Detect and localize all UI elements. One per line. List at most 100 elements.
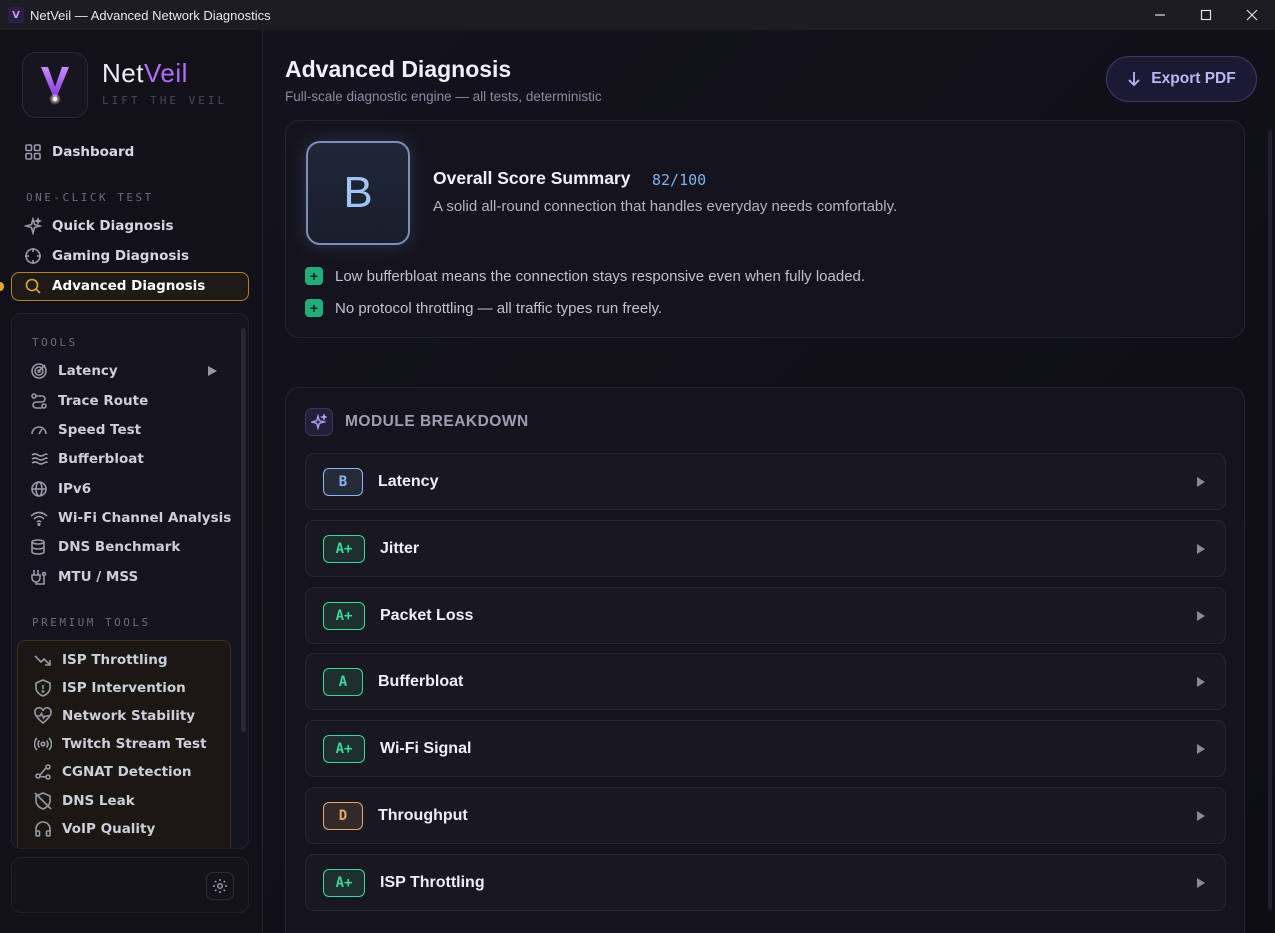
nav-gaming-diagnosis[interactable]: Gaming Diagnosis (24, 247, 189, 265)
module-row[interactable]: A Bufferbloat (305, 653, 1226, 710)
maximize-icon (1200, 9, 1212, 21)
page-title: Advanced Diagnosis (285, 56, 512, 82)
latency-expand-icon[interactable] (208, 366, 217, 376)
sparkle-icon (24, 217, 42, 235)
tool-ipv6-label: IPv6 (58, 481, 92, 497)
tool-ipv6[interactable]: IPv6 (30, 480, 91, 498)
premium-voip-quality-label: VoIP Quality (62, 821, 156, 837)
plus-icon: + (305, 267, 323, 285)
module-row[interactable]: A+ ISP Throttling (305, 854, 1226, 911)
premium-dns-leak[interactable]: DNS Leak (34, 792, 135, 810)
tool-speed-test[interactable]: Speed Test (30, 421, 141, 439)
network-nodes-icon (35, 764, 51, 780)
premium-isp-intervention[interactable]: ISP Intervention (34, 679, 186, 697)
module-row[interactable]: B Latency (305, 453, 1226, 510)
overall-score-card: B Overall Score Summary 82/100 A solid a… (285, 120, 1245, 338)
headphones-icon (35, 821, 51, 837)
positive-finding-text: Low bufferbloat means the connection sta… (335, 267, 866, 285)
trending-down-icon (34, 655, 51, 666)
gear-icon (213, 879, 227, 893)
shield-alert-icon (35, 679, 51, 697)
expand-arrow-icon[interactable] (1197, 810, 1205, 821)
active-indicator (0, 282, 4, 291)
module-grade-badge: A+ (323, 601, 365, 630)
module-row[interactable]: A+ Packet Loss (305, 587, 1226, 644)
tool-trace-route[interactable]: Trace Route (30, 392, 148, 410)
premium-cgnat-label: CGNAT Detection (62, 764, 192, 780)
page-subtitle: Full-scale diagnostic engine — all tests… (285, 89, 602, 104)
wifi-icon (30, 511, 48, 527)
expand-arrow-icon[interactable] (1197, 610, 1205, 621)
expand-arrow-icon[interactable] (1197, 543, 1205, 554)
window-title: NetVeil — Advanced Network Diagnostics (30, 7, 271, 23)
plug-icon (31, 570, 47, 585)
tool-trace-route-label: Trace Route (58, 393, 149, 409)
nav-quick-diagnosis[interactable]: Quick Diagnosis (24, 217, 174, 235)
nav-quick-label: Quick Diagnosis (52, 218, 174, 234)
premium-twitch-stream-label: Twitch Stream Test (62, 736, 207, 752)
module-name: Latency (378, 472, 439, 490)
app-icon: V (8, 7, 24, 23)
premium-network-stability[interactable]: Network Stability (34, 707, 195, 725)
expand-arrow-icon[interactable] (1197, 743, 1205, 754)
positive-finding-text: No protocol throttling — all traffic typ… (335, 299, 663, 317)
module-grade-badge: B (323, 467, 363, 496)
broadcast-icon (34, 737, 52, 751)
tool-dns-benchmark-label: DNS Benchmark (58, 539, 181, 555)
positive-finding: + No protocol throttling — all traffic t… (305, 299, 662, 317)
premium-isp-intervention-label: ISP Intervention (62, 680, 186, 696)
score-summary-title: Overall Score Summary (433, 168, 631, 188)
tools-section-label: TOOLS (32, 336, 78, 349)
veil-logo-icon (41, 67, 69, 105)
module-row[interactable]: D Throughput (305, 787, 1226, 844)
module-name: Throughput (378, 806, 468, 824)
route-icon (31, 393, 47, 409)
module-breakdown-title: MODULE BREAKDOWN (345, 413, 529, 430)
close-icon (1246, 9, 1258, 21)
module-grade-badge: A (323, 667, 363, 696)
tool-dns-benchmark[interactable]: DNS Benchmark (30, 538, 180, 556)
tool-wifi-channel[interactable]: Wi-Fi Channel Analysis (30, 509, 231, 527)
sparkle-icon (305, 408, 333, 436)
nav-advanced-diagnosis[interactable]: Advanced Diagnosis (24, 277, 205, 295)
premium-voip-quality[interactable]: VoIP Quality (34, 820, 155, 838)
module-row[interactable]: A+ Jitter (305, 520, 1226, 577)
score-description: A solid all-round connection that handle… (433, 198, 898, 215)
module-breakdown-header: MODULE BREAKDOWN (305, 408, 529, 436)
close-button[interactable] (1229, 0, 1275, 30)
tool-latency[interactable]: Latency (30, 362, 118, 380)
maximize-button[interactable] (1183, 0, 1229, 30)
overall-grade-badge: B (306, 141, 410, 245)
module-row[interactable]: A+ Wi-Fi Signal (305, 720, 1226, 777)
settings-button[interactable] (206, 872, 234, 900)
tool-bufferbloat[interactable]: Bufferbloat (30, 450, 144, 468)
database-icon (31, 539, 45, 555)
export-pdf-label: Export PDF (1151, 70, 1236, 87)
module-name: ISP Throttling (380, 873, 485, 891)
tool-mtu-mss-label: MTU / MSS (58, 569, 139, 585)
tool-latency-label: Latency (58, 363, 118, 379)
module-breakdown-card: MODULE BREAKDOWN B Latency A+ Jitter A+ Packe… (285, 387, 1245, 933)
main-scrollbar[interactable] (1268, 130, 1272, 910)
premium-twitch-stream-test[interactable]: Twitch Stream Test (34, 735, 207, 753)
dashboard-icon (25, 144, 41, 160)
settings-panel (11, 857, 249, 913)
nav-dashboard[interactable]: Dashboard (24, 143, 134, 161)
crosshair-icon (25, 248, 41, 264)
minimize-button[interactable] (1137, 0, 1183, 30)
module-grade-badge: A+ (323, 734, 365, 763)
radar-icon (31, 363, 47, 379)
export-pdf-button[interactable]: Export PDF (1106, 56, 1257, 102)
nav-gaming-label: Gaming Diagnosis (52, 248, 190, 264)
expand-arrow-icon[interactable] (1197, 476, 1205, 487)
tools-scrollbar[interactable] (241, 328, 246, 732)
premium-cgnat-detection[interactable]: CGNAT Detection (34, 763, 192, 781)
plus-icon: + (305, 299, 323, 317)
tool-speed-test-label: Speed Test (58, 422, 142, 438)
tool-mtu-mss[interactable]: MTU / MSS (30, 568, 138, 586)
expand-arrow-icon[interactable] (1197, 676, 1205, 687)
premium-isp-throttling[interactable]: ISP Throttling (34, 651, 168, 669)
expand-arrow-icon[interactable] (1197, 877, 1205, 888)
search-icon (25, 278, 41, 294)
sidebar: NetVeil LIFT THE VEIL Dashboard ONE-CLIC… (0, 30, 263, 933)
